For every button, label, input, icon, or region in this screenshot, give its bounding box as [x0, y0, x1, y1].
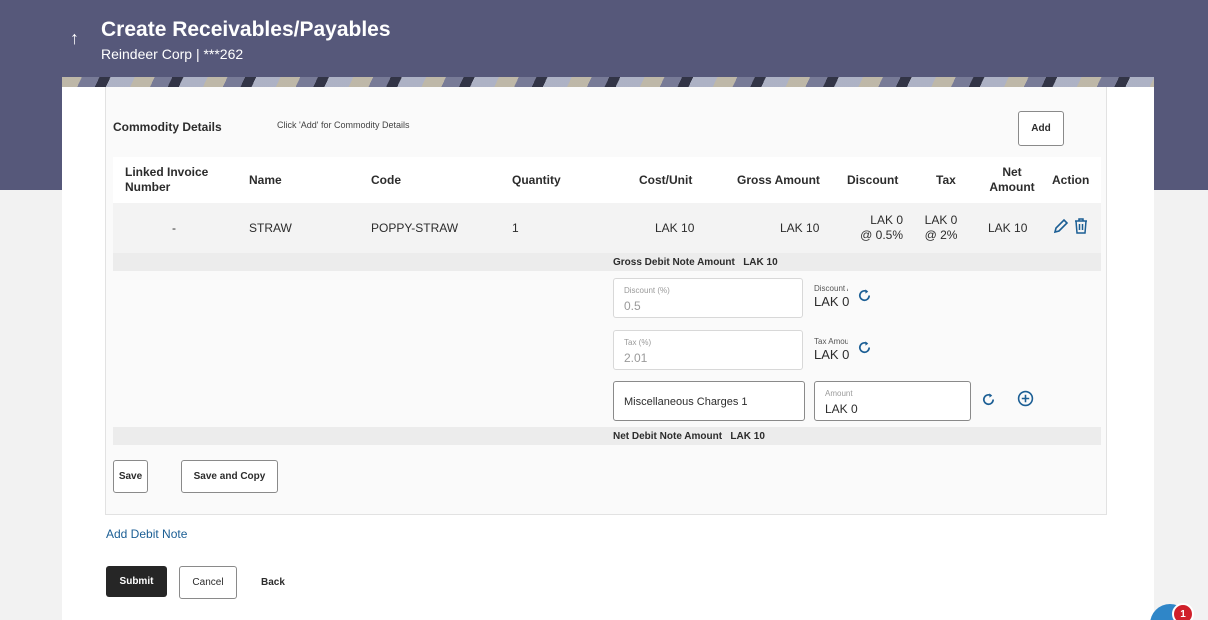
main-panel: Commodity Details Click 'Add' for Commod…: [62, 87, 1154, 620]
submit-button[interactable]: Submit: [106, 566, 167, 597]
misc-charges-field[interactable]: Miscellaneous Charges 1: [613, 381, 805, 421]
misc-amount-value: LAK 0: [825, 402, 858, 416]
misc-charges-value: Miscellaneous Charges 1: [624, 396, 748, 408]
refresh-icon[interactable]: [857, 340, 872, 360]
header-decor-stripe: [62, 77, 1154, 87]
discount-pct-value: 0.5: [624, 299, 641, 313]
add-circle-icon[interactable]: [1017, 390, 1034, 412]
page-subtitle: Reindeer Corp | ***262: [101, 46, 244, 62]
page-title: Create Receivables/Payables: [101, 18, 391, 41]
save-button[interactable]: Save: [113, 460, 148, 493]
col-name: Name: [249, 173, 282, 187]
net-amount-summary: Net Debit Note Amount LAK 10: [613, 431, 765, 442]
col-linked-invoice: Linked Invoice Number: [125, 165, 209, 194]
col-gross-amount: Gross Amount: [737, 173, 820, 187]
cell-tax-rate: @ 2%: [924, 228, 958, 242]
notification-badge: 1: [1172, 603, 1194, 620]
add-debit-note-link[interactable]: Add Debit Note: [106, 527, 187, 541]
net-amount-label: Net Debit Note Amount: [613, 431, 723, 442]
delete-icon[interactable]: [1073, 218, 1089, 239]
col-action: Action: [1052, 173, 1090, 187]
tax-pct-label: Tax (%): [624, 338, 652, 347]
cell-gross-amount: LAK 10: [780, 221, 820, 235]
commodity-section-title: Commodity Details: [113, 120, 222, 134]
discount-pct-label: Discount (%): [624, 286, 670, 295]
refresh-icon[interactable]: [857, 288, 872, 308]
discount-amount-label: Discount Amount: [814, 284, 848, 293]
tax-amount-label: Tax Amount: [814, 337, 848, 346]
table-row: - STRAW POPPY-STRAW 1 LAK 10 LAK 10 LAK …: [113, 203, 1101, 253]
col-tax: Tax: [936, 173, 956, 187]
cell-linked-invoice: -: [172, 221, 176, 235]
col-net-amount: Net Amount: [989, 165, 1035, 194]
tax-amount-value: LAK 0: [814, 347, 850, 362]
add-commodity-button[interactable]: Add: [1018, 111, 1064, 146]
gross-amount-summary: Gross Debit Note Amount LAK 10: [613, 257, 778, 268]
commodity-hint: Click 'Add' for Commodity Details: [277, 120, 410, 130]
table-header: Linked Invoice Number Name Code Quantity…: [113, 157, 1101, 203]
cell-net-amount: LAK 10: [988, 221, 1028, 235]
net-amount-value: LAK 10: [730, 431, 765, 442]
cell-tax: LAK 0 @ 2%: [921, 213, 961, 243]
back-button[interactable]: Back: [261, 577, 285, 588]
page-background-right: [1154, 190, 1208, 620]
page-background-left: [0, 190, 62, 620]
cell-cost-unit: LAK 10: [655, 221, 695, 235]
gross-amount-value: LAK 10: [743, 257, 778, 268]
edit-icon[interactable]: [1053, 218, 1069, 239]
cell-tax-amount: LAK 0: [924, 213, 958, 227]
tax-pct-value: 2.01: [624, 351, 648, 365]
col-cost-unit: Cost/Unit: [639, 173, 693, 187]
cell-quantity: 1: [512, 221, 519, 235]
col-code: Code: [371, 173, 401, 187]
net-amount-bar: Net Debit Note Amount LAK 10: [113, 427, 1101, 445]
gross-amount-label: Gross Debit Note Amount: [613, 257, 735, 268]
col-discount: Discount: [847, 173, 899, 187]
cell-discount-amount: LAK 0: [870, 213, 903, 227]
cell-discount-rate: @ 0.5%: [860, 228, 903, 242]
refresh-icon[interactable]: [981, 392, 996, 412]
cancel-button[interactable]: Cancel: [179, 566, 237, 599]
commodity-card: Commodity Details Click 'Add' for Commod…: [105, 87, 1107, 515]
tax-pct-field[interactable]: Tax (%) 2.01: [613, 330, 803, 370]
discount-amount-value: LAK 0: [814, 294, 850, 309]
cell-name: STRAW: [249, 221, 292, 235]
gross-amount-bar: Gross Debit Note Amount LAK 10: [113, 253, 1101, 271]
cell-code: POPPY-STRAW: [371, 221, 459, 235]
save-and-copy-button[interactable]: Save and Copy: [181, 460, 278, 493]
col-quantity: Quantity: [512, 173, 561, 187]
misc-amount-field[interactable]: Amount LAK 0: [814, 381, 971, 421]
discount-pct-field[interactable]: Discount (%) 0.5: [613, 278, 803, 318]
misc-amount-label: Amount: [825, 389, 853, 398]
cell-discount: LAK 0 @ 0.5%: [857, 213, 903, 243]
back-arrow-icon[interactable]: ↑: [70, 28, 79, 49]
